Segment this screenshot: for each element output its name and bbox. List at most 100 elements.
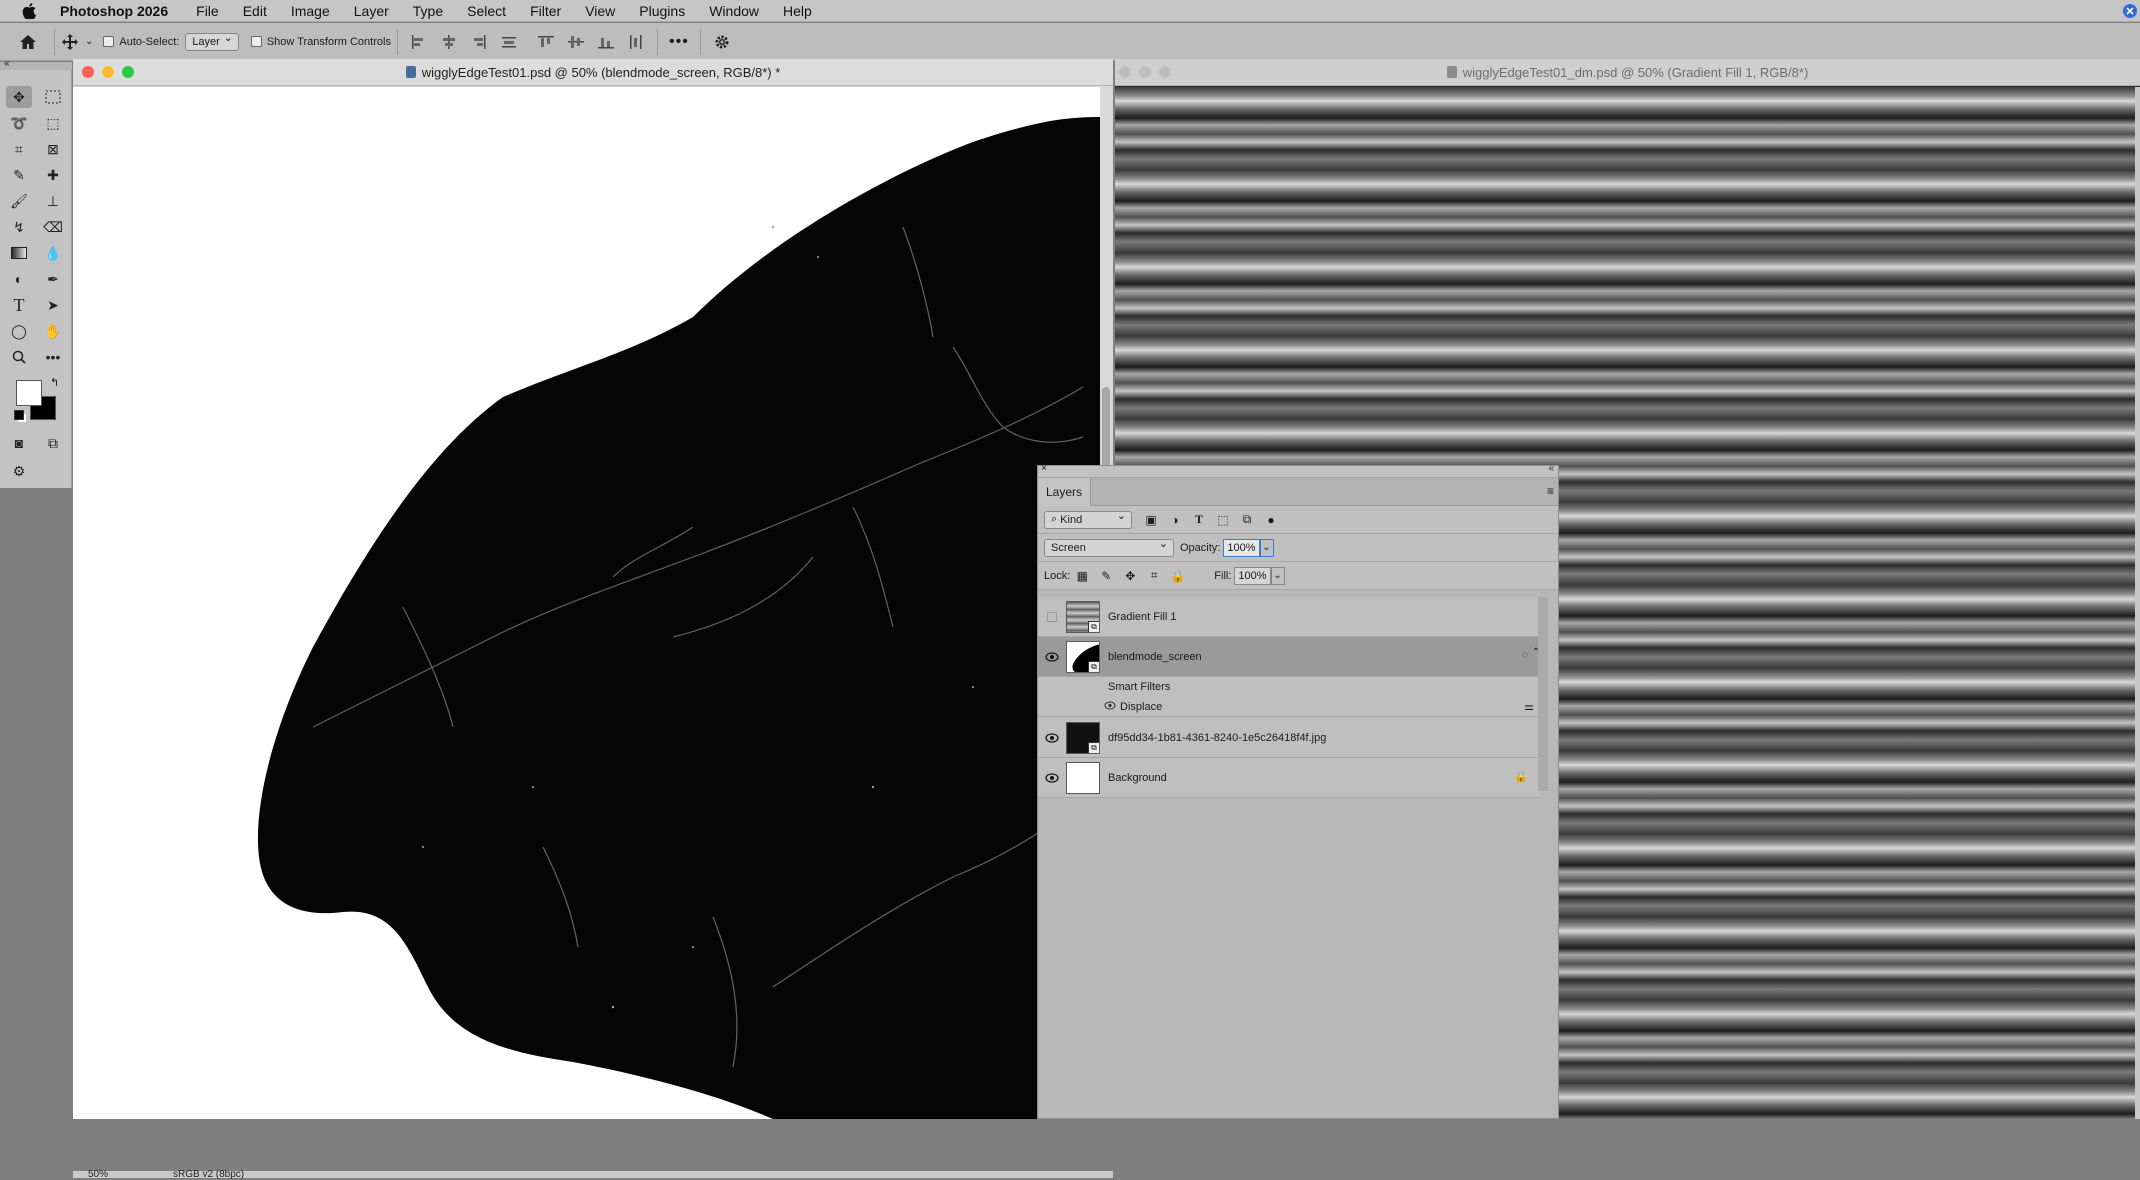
menu-file[interactable]: File <box>184 3 231 19</box>
panel-menu-icon[interactable]: ≡ <box>1547 484 1554 498</box>
object-selection-tool-icon[interactable]: ⬚ <box>40 112 66 134</box>
layer-name[interactable]: Background <box>1108 772 1167 784</box>
lock-position-icon[interactable]: ✥ <box>1123 569 1137 583</box>
eye-icon[interactable] <box>1038 772 1066 783</box>
minimize-window-button[interactable] <box>1139 66 1151 78</box>
layers-scrollbar[interactable] <box>1538 597 1548 791</box>
filter-blending-options-icon[interactable]: ⚌ <box>1524 700 1534 713</box>
zoom-window-button[interactable] <box>122 66 134 78</box>
menu-help[interactable]: Help <box>771 3 824 19</box>
eyedropper-tool-icon[interactable]: ✎ <box>6 164 32 186</box>
crop-tool-icon[interactable]: ⌗ <box>6 138 32 160</box>
filter-type-icon[interactable]: T <box>1192 512 1206 527</box>
default-colors-icon[interactable] <box>14 410 24 420</box>
eye-icon[interactable] <box>1038 651 1066 662</box>
menu-layer[interactable]: Layer <box>342 3 401 19</box>
zoom-tool-icon[interactable] <box>6 346 32 368</box>
type-tool-icon[interactable]: T <box>6 294 32 316</box>
visibility-toggle-off[interactable] <box>1038 611 1066 622</box>
apple-icon[interactable] <box>18 0 40 22</box>
brush-tool-icon[interactable]: 🖌 <box>6 190 32 212</box>
history-brush-tool-icon[interactable]: ↯ <box>6 216 32 238</box>
menu-type[interactable]: Type <box>401 3 455 19</box>
filter-kind-dropdown[interactable]: ⌕ Kind <box>1044 509 1132 529</box>
healing-brush-tool-icon[interactable]: ✚ <box>40 164 66 186</box>
document-canvas[interactable] <box>73 87 1100 1119</box>
collapse-icon[interactable]: « <box>4 58 10 69</box>
auto-select-checkbox[interactable] <box>103 36 115 47</box>
screen-mode-icon[interactable]: ⧉ <box>40 432 66 454</box>
pen-tool-icon[interactable]: ✒ <box>40 268 66 290</box>
minimize-window-button[interactable] <box>102 66 114 78</box>
menu-filter[interactable]: Filter <box>518 3 573 19</box>
color-profile[interactable]: sRGB v2 (8bpc) <box>173 1169 244 1180</box>
menu-plugins[interactable]: Plugins <box>627 3 697 19</box>
app-name-menu[interactable]: Photoshop 2026 <box>54 3 184 19</box>
document-title-bar[interactable]: wigglyEdgeTest01_dm.psd @ 50% (Gradient … <box>1115 59 2140 86</box>
auto-select-dropdown[interactable]: Layer <box>185 31 239 51</box>
more-options-icon[interactable]: ••• <box>669 33 688 50</box>
layer-row-background[interactable]: Background 🔒 <box>1038 758 1540 798</box>
gear-icon[interactable] <box>714 34 730 50</box>
align-top-icon[interactable] <box>537 34 554 50</box>
layer-name[interactable]: blendmode_screen <box>1108 651 1202 663</box>
move-tool-icon[interactable]: ✥ <box>6 86 32 108</box>
menu-select[interactable]: Select <box>455 3 518 19</box>
align-horizontal-center-icon[interactable] <box>441 34 457 50</box>
close-window-button[interactable] <box>82 66 94 78</box>
home-icon[interactable] <box>8 33 48 51</box>
edit-toolbar-icon[interactable]: ⚙ <box>6 460 32 482</box>
more-tools-icon[interactable]: ••• <box>40 346 66 368</box>
path-selection-tool-icon[interactable]: ➤ <box>40 294 66 316</box>
collapse-panel-icon[interactable]: « <box>1548 463 1554 474</box>
lock-image-pixels-icon[interactable]: ✎ <box>1099 569 1113 583</box>
align-right-icon[interactable] <box>471 34 487 50</box>
smart-filter-badge-icon[interactable]: ◌ <box>1521 649 1528 661</box>
layer-name[interactable]: Gradient Fill 1 <box>1108 611 1176 623</box>
layer-name[interactable]: df95dd34-1b81-4361-8240-1e5c26418f4f.jpg <box>1108 732 1326 744</box>
filter-adjustment-icon[interactable]: ◑ <box>1168 513 1182 527</box>
quick-mask-icon[interactable]: ◙ <box>6 432 32 454</box>
layer-row-gradient-fill[interactable]: ⧉ Gradient Fill 1 <box>1038 597 1540 637</box>
tab-layers[interactable]: Layers <box>1038 478 1092 506</box>
eye-icon[interactable] <box>1104 701 1116 713</box>
opacity-input[interactable]: 100% <box>1223 538 1260 557</box>
ellipse-tool-icon[interactable]: ◯ <box>6 320 32 342</box>
hand-tool-icon[interactable]: ✋ <box>40 320 66 342</box>
menu-window[interactable]: Window <box>697 3 771 19</box>
filter-toggle-icon[interactable]: ● <box>1264 513 1278 527</box>
gradient-tool-icon[interactable] <box>6 242 32 264</box>
lasso-tool-icon[interactable]: ➰ <box>6 112 32 134</box>
filter-shape-icon[interactable]: ⬚ <box>1216 513 1230 527</box>
zoom-level[interactable]: 50% <box>88 1169 108 1180</box>
zoom-window-button[interactable] <box>1159 66 1171 78</box>
lock-artboard-icon[interactable]: ⌗ <box>1147 568 1161 583</box>
marquee-tool-icon[interactable] <box>40 86 66 108</box>
document-title-bar[interactable]: wigglyEdgeTest01.psd @ 50% (blendmode_sc… <box>73 59 1113 86</box>
toolbar-header[interactable]: « <box>0 58 72 70</box>
filter-smart-object-icon[interactable]: ⧉ <box>1240 512 1254 527</box>
clone-stamp-tool-icon[interactable]: ⊥ <box>40 190 66 212</box>
dodge-tool-icon[interactable]: ◐ <box>6 268 32 290</box>
distribute-horizontal-icon[interactable] <box>628 34 644 50</box>
blur-tool-icon[interactable]: 💧 <box>40 242 66 264</box>
align-left-icon[interactable] <box>411 34 427 50</box>
move-tool-preset-picker[interactable]: ⌄ <box>61 33 93 51</box>
eraser-tool-icon[interactable]: ⌫ <box>40 216 66 238</box>
layer-row-blendmode-screen[interactable]: ⧉ blendmode_screen ◌ ⌃ <box>1038 637 1540 677</box>
opacity-slider-toggle[interactable]: ⌄ <box>1259 538 1274 557</box>
displace-filter-row[interactable]: Displace ⚌ <box>1038 697 1540 717</box>
show-transform-checkbox[interactable] <box>250 36 262 47</box>
align-vertical-center-icon[interactable] <box>567 34 584 50</box>
menu-view[interactable]: View <box>573 3 627 19</box>
close-app-icon[interactable] <box>2122 3 2138 19</box>
frame-tool-icon[interactable]: ⊠ <box>40 138 66 160</box>
distribute-vertical-icon[interactable] <box>501 34 517 50</box>
eye-icon[interactable] <box>1038 732 1066 743</box>
fill-slider-toggle[interactable]: ⌄ <box>1270 566 1285 585</box>
close-window-button[interactable] <box>1119 66 1131 78</box>
blend-mode-dropdown[interactable]: Screen <box>1044 537 1174 557</box>
vertical-scrollbar[interactable] <box>2135 87 2140 1119</box>
swap-colors-icon[interactable]: ↰ <box>50 376 59 389</box>
panel-header[interactable]: × « <box>1038 463 1558 478</box>
